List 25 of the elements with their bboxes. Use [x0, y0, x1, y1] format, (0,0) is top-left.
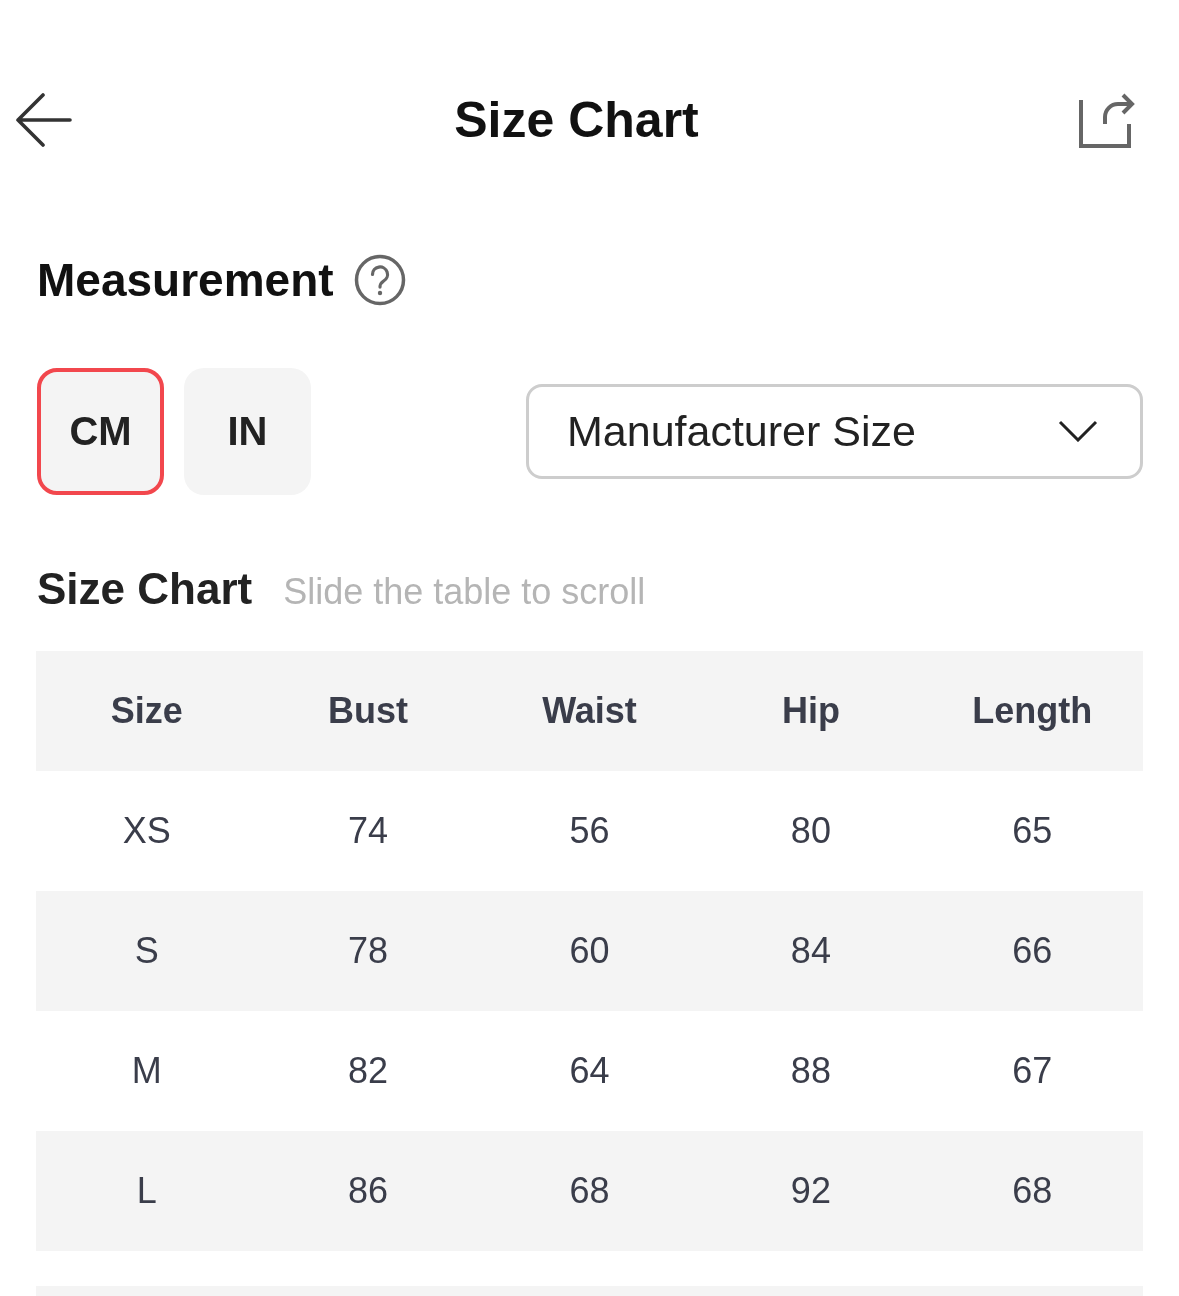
column-header: Waist — [478, 651, 701, 771]
table-cell: 68 — [921, 1131, 1143, 1251]
column-header: Hip — [700, 651, 922, 771]
page-title: Size Chart — [454, 91, 699, 149]
table-cell: 78 — [257, 891, 479, 1011]
back-icon[interactable] — [16, 93, 72, 147]
unit-button[interactable]: CM — [37, 367, 164, 495]
table-cell: L — [36, 1131, 258, 1251]
table-cell: 84 — [700, 891, 922, 1011]
table-cell: 60 — [478, 891, 701, 1011]
table-cell: S — [36, 891, 258, 1011]
column-header: Length — [921, 651, 1143, 771]
table-cell: 86 — [257, 1131, 479, 1251]
size-system-dropdown[interactable]: Manufacturer Size — [526, 383, 1143, 479]
column-header: Size — [36, 651, 258, 771]
hint-text: Slide the table to scroll — [283, 571, 646, 613]
section-title: Size Chart — [37, 564, 253, 614]
column-header: Bust — [257, 651, 479, 771]
table-cell: 92 — [700, 1131, 922, 1251]
table-cell: 68 — [478, 1131, 701, 1251]
chevron-down-icon — [1058, 420, 1098, 442]
unit-button[interactable]: IN — [184, 367, 311, 495]
section-title: Measurement — [37, 253, 334, 307]
table-cell: 66 — [921, 891, 1143, 1011]
help-icon[interactable] — [353, 254, 406, 306]
